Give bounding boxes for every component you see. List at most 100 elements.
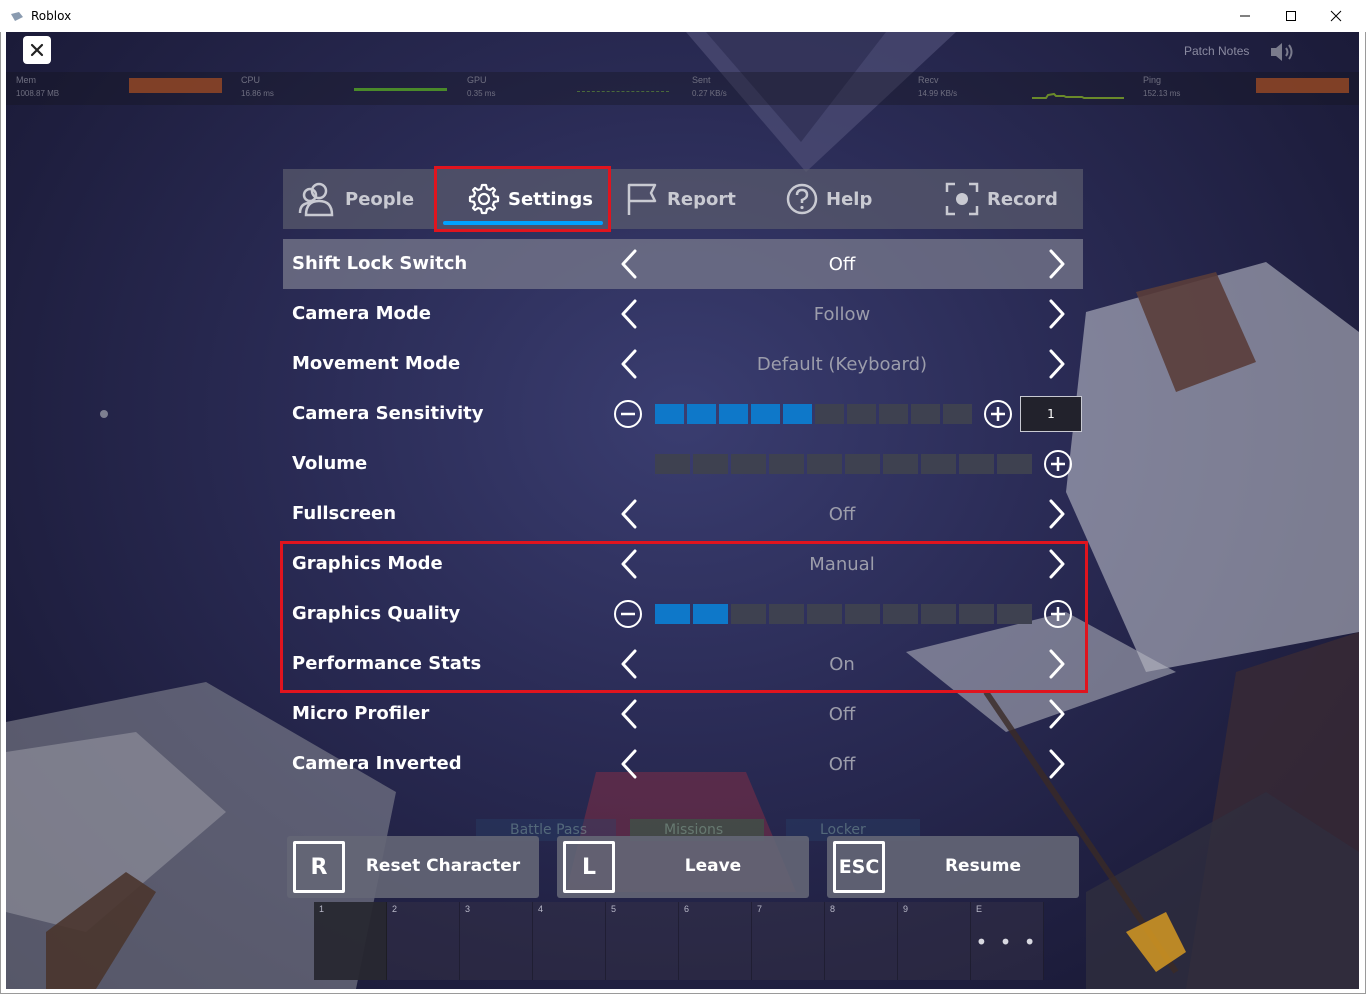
speaker-icon[interactable] (1268, 40, 1298, 64)
setting-camera-inverted[interactable]: Camera Inverted Off (283, 739, 1083, 789)
setting-micro-profiler[interactable]: Micro Profiler Off (283, 689, 1083, 739)
previous-option-button[interactable] (613, 698, 645, 730)
slider-segment[interactable] (731, 454, 766, 474)
slider-segment[interactable] (719, 404, 748, 424)
chevron-right-icon (1049, 249, 1065, 279)
setting-camera-sensitivity[interactable]: Camera Sensitivity 1 (283, 389, 1083, 439)
minus-circle-icon[interactable] (613, 399, 643, 429)
hotbar: 1 2 3 4 5 6 7 8 9 E • • • (314, 902, 1044, 980)
hotbar-slot[interactable]: 8 (825, 902, 898, 980)
setting-fullscreen[interactable]: Fullscreen Off (283, 489, 1083, 539)
chevron-left-icon (621, 499, 637, 529)
slider-segment[interactable] (883, 454, 918, 474)
minimize-icon (1240, 15, 1250, 17)
hotbar-slot-more[interactable]: E • • • (971, 902, 1044, 980)
chevron-right-icon (1049, 699, 1065, 729)
setting-movement-mode[interactable]: Movement Mode Default (Keyboard) (283, 339, 1083, 389)
previous-option-button[interactable] (613, 498, 645, 530)
minimize-button[interactable] (1222, 0, 1268, 32)
more-icon: • • • (975, 930, 1039, 954)
next-option-button[interactable] (1041, 348, 1073, 380)
next-option-button[interactable] (1041, 498, 1073, 530)
key-hint-r: R (293, 841, 345, 893)
key-hint-l: L (563, 841, 615, 893)
setting-shift-lock-switch[interactable]: Shift Lock Switch Off (283, 239, 1083, 289)
leave-button[interactable]: L Leave (557, 836, 809, 898)
tab-help[interactable]: Help (786, 169, 872, 229)
stat-gpu[interactable]: GPU 0.35 ms (457, 72, 683, 105)
performance-stats-bar: Mem 1008.87 MB CPU 16.86 ms GPU 0.35 ms … (6, 72, 1359, 105)
slider-segment[interactable] (693, 454, 728, 474)
stat-recv[interactable]: Recv 14.99 KB/s (908, 72, 1134, 105)
slider-segment[interactable] (751, 404, 780, 424)
plus-circle-icon[interactable] (1043, 449, 1073, 479)
maximize-icon (1286, 11, 1296, 21)
graphics-settings-highlight (280, 541, 1088, 693)
chevron-left-icon (621, 349, 637, 379)
next-option-button[interactable] (1041, 748, 1073, 780)
resume-button[interactable]: ESC Resume (827, 836, 1079, 898)
close-menu-button[interactable] (23, 36, 51, 64)
close-icon (30, 43, 44, 57)
next-option-button[interactable] (1041, 248, 1073, 280)
hotbar-slot[interactable]: 1 (314, 902, 387, 980)
stat-mem[interactable]: Mem 1008.87 MB (6, 72, 232, 105)
slider-segment[interactable] (959, 454, 994, 474)
slider-segment[interactable] (655, 404, 684, 424)
game-viewport: Patch Notes Mem 1008.87 MB CPU 16.86 ms … (6, 32, 1359, 989)
stat-cpu[interactable]: CPU 16.86 ms (231, 72, 457, 105)
camera-sensitivity-input[interactable]: 1 (1020, 396, 1082, 432)
hotbar-slot[interactable]: 6 (679, 902, 752, 980)
hotbar-slot[interactable]: 4 (533, 902, 606, 980)
title-bar: Roblox (0, 0, 1366, 32)
previous-option-button[interactable] (613, 298, 645, 330)
plus-circle-icon[interactable] (983, 399, 1013, 429)
stat-sent[interactable]: Sent 0.27 KB/s (682, 72, 908, 105)
hotbar-slot[interactable]: 9 (898, 902, 971, 980)
slider-segment[interactable] (815, 404, 844, 424)
slider-segment[interactable] (783, 404, 812, 424)
slider-segment[interactable] (879, 404, 908, 424)
camera-sensitivity-slider[interactable] (655, 404, 972, 424)
setting-camera-mode[interactable]: Camera Mode Follow (283, 289, 1083, 339)
slider-segment[interactable] (655, 454, 690, 474)
slider-segment[interactable] (943, 404, 972, 424)
volume-slider[interactable] (655, 454, 1032, 474)
roblox-app-icon (11, 12, 23, 21)
chevron-left-icon (621, 249, 637, 279)
tab-record[interactable]: Record (945, 169, 1058, 229)
reset-character-button[interactable]: R Reset Character (287, 836, 539, 898)
help-icon (786, 183, 818, 215)
recv-graph (1032, 84, 1124, 99)
slider-segment[interactable] (687, 404, 716, 424)
previous-option-button[interactable] (613, 748, 645, 780)
hotbar-slot[interactable]: 7 (752, 902, 825, 980)
previous-option-button[interactable] (613, 348, 645, 380)
hotbar-slot[interactable]: 5 (606, 902, 679, 980)
setting-volume[interactable]: Volume (283, 439, 1083, 489)
gpu-graph (577, 91, 669, 92)
next-option-button[interactable] (1041, 698, 1073, 730)
slider-segment[interactable] (807, 454, 842, 474)
slider-segment[interactable] (921, 454, 956, 474)
slider-segment[interactable] (845, 454, 880, 474)
slider-segment[interactable] (769, 454, 804, 474)
settings-tab-highlight (434, 166, 611, 232)
patch-notes-link[interactable]: Patch Notes (1184, 44, 1249, 58)
hotbar-slot[interactable]: 3 (460, 902, 533, 980)
tab-report[interactable]: Report (625, 169, 736, 229)
tab-people[interactable]: People (297, 169, 414, 229)
chevron-left-icon (621, 749, 637, 779)
slider-segment[interactable] (847, 404, 876, 424)
hotbar-slot[interactable]: 2 (387, 902, 460, 980)
stat-ping[interactable]: Ping 152.13 ms (1133, 72, 1359, 105)
chevron-right-icon (1049, 299, 1065, 329)
next-option-button[interactable] (1041, 298, 1073, 330)
slider-segment[interactable] (911, 404, 940, 424)
previous-option-button[interactable] (613, 248, 645, 280)
close-icon (1330, 10, 1342, 22)
slider-segment[interactable] (997, 454, 1032, 474)
close-window-button[interactable] (1313, 0, 1359, 32)
chevron-left-icon (621, 699, 637, 729)
maximize-button[interactable] (1268, 0, 1314, 32)
